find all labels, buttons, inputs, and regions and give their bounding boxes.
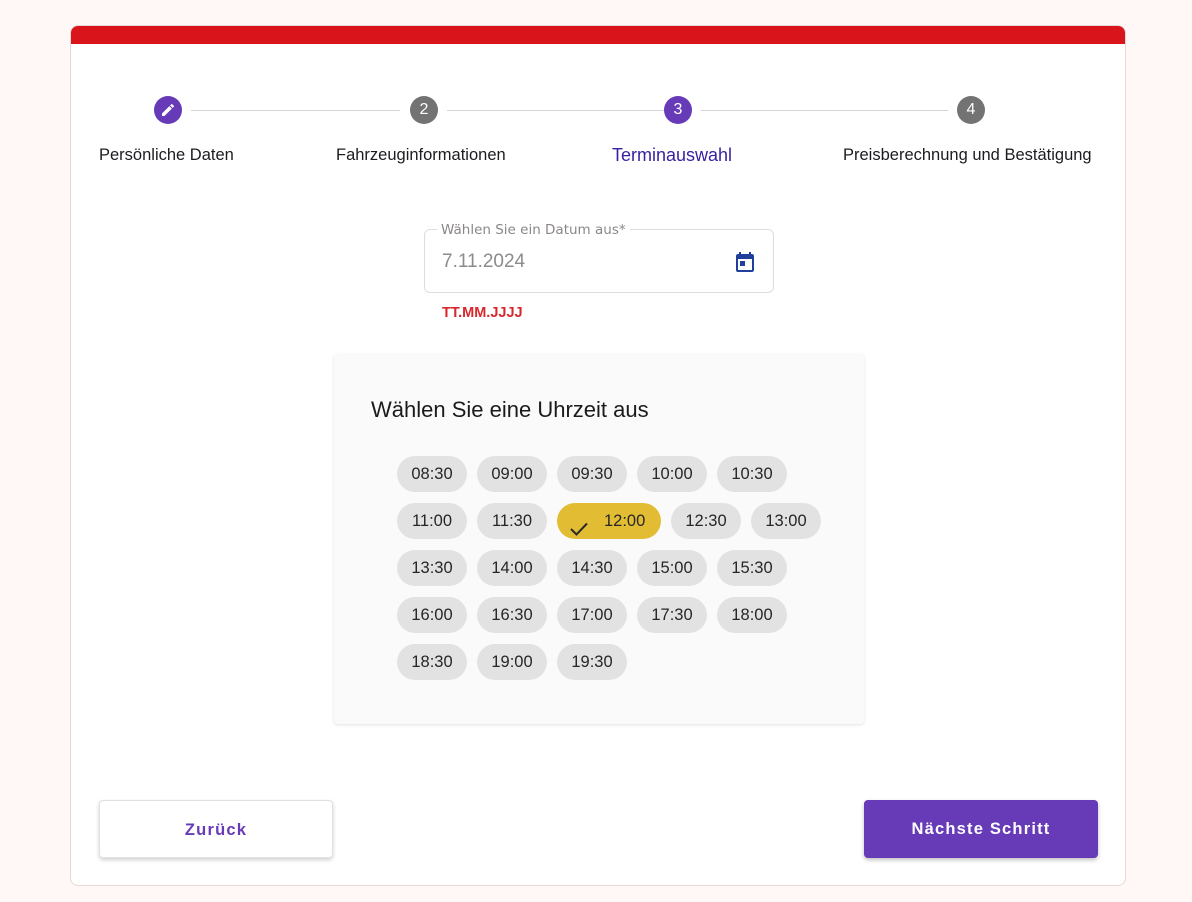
step-connector — [447, 110, 664, 111]
step-4-label[interactable]: Preisberechnung und Bestätigung — [843, 146, 1092, 165]
time-slot-chip[interactable]: 15:30 — [717, 550, 787, 586]
time-slot-chip[interactable]: 19:30 — [557, 644, 627, 680]
time-slot-chip[interactable]: 09:30 — [557, 456, 627, 492]
check-icon — [569, 514, 589, 550]
step-3-label[interactable]: Terminauswahl — [612, 145, 732, 166]
time-slot-chip[interactable]: 19:00 — [477, 644, 547, 680]
time-slot-chip[interactable]: 14:00 — [477, 550, 547, 586]
time-slot-chip[interactable]: 14:30 — [557, 550, 627, 586]
time-slot-chip[interactable]: 17:00 — [557, 597, 627, 633]
time-slot-chip[interactable]: 11:30 — [477, 503, 547, 539]
time-slot-chip[interactable]: 08:30 — [397, 456, 467, 492]
time-picker-title: Wählen Sie eine Uhrzeit aus — [371, 397, 649, 422]
step-1-pencil-icon[interactable] — [154, 96, 182, 124]
time-slot-chip[interactable]: 18:30 — [397, 644, 467, 680]
date-format-hint: TT.MM.JJJJ — [442, 305, 523, 321]
step-3-number[interactable]: 3 — [664, 96, 692, 124]
step-4-number[interactable]: 4 — [957, 96, 985, 124]
step-1-label[interactable]: Persönliche Daten — [99, 146, 234, 165]
date-input-field[interactable]: Wählen Sie ein Datum aus* 7.11.2024 — [424, 222, 774, 293]
step-connector — [191, 110, 400, 111]
time-slot-chip[interactable]: 10:00 — [637, 456, 707, 492]
form-card: Persönliche Daten 2 Fahrzeuginformatione… — [70, 25, 1126, 886]
step-2-label[interactable]: Fahrzeuginformationen — [336, 146, 506, 165]
back-button[interactable]: Zurück — [99, 800, 333, 858]
date-input-value[interactable]: 7.11.2024 — [442, 251, 525, 273]
time-slot-label: 12:00 — [604, 512, 646, 530]
time-picker-panel: Wählen Sie eine Uhrzeit aus 08:30 09:00 09… — [334, 354, 864, 724]
time-slot-chip[interactable]: 09:00 — [477, 456, 547, 492]
time-slot-chip[interactable]: 17:30 — [637, 597, 707, 633]
time-slot-chip[interactable]: 18:00 — [717, 597, 787, 633]
time-slot-chip[interactable]: 10:30 — [717, 456, 787, 492]
step-connector — [701, 110, 948, 111]
time-slot-chip[interactable]: 15:00 — [637, 550, 707, 586]
time-slot-chip-selected[interactable]: 12:00 — [557, 503, 661, 539]
step-2-number[interactable]: 2 — [410, 96, 438, 124]
time-slot-chip[interactable]: 11:00 — [397, 503, 467, 539]
calendar-icon[interactable] — [733, 250, 757, 279]
time-slot-chip[interactable]: 13:00 — [751, 503, 821, 539]
date-field-label: Wählen Sie ein Datum aus* — [437, 222, 630, 238]
time-slot-chip[interactable]: 13:30 — [397, 550, 467, 586]
time-slot-chip[interactable]: 12:30 — [671, 503, 741, 539]
next-step-button[interactable]: Nächste Schritt — [864, 800, 1098, 858]
time-slot-chip[interactable]: 16:30 — [477, 597, 547, 633]
brand-top-bar — [71, 26, 1125, 44]
time-slot-chip[interactable]: 16:00 — [397, 597, 467, 633]
